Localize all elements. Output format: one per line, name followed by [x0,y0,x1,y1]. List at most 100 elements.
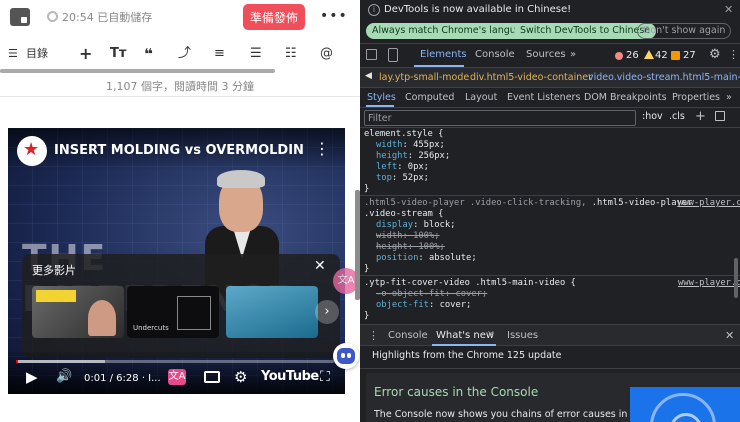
app-logo-icon[interactable] [10,8,30,26]
css-declaration-overridden[interactable]: -o-object-fit: cover; [376,289,487,300]
more-subtabs-icon[interactable]: » [726,92,732,103]
tab-elements[interactable]: Elements [420,49,467,60]
add-block-icon[interactable]: + [79,42,92,66]
tab-styles[interactable]: Styles [367,92,396,103]
css-value[interactable]: cover; [455,289,487,299]
channel-avatar[interactable]: ★ [17,136,47,166]
dont-show-again-button[interactable]: Don't show again [637,23,732,39]
breadcrumb-scroll-left-icon[interactable]: ◀ [365,71,372,81]
switch-to-chinese-button[interactable]: Switch DevTools to Chinese [514,23,657,39]
related-video-thumbnail[interactable] [226,286,318,338]
video-title[interactable]: INSERT MOLDING vs OVERMOLDING | T... [54,143,304,158]
toc-icon[interactable]: ☰ [8,42,18,66]
add-rule-icon[interactable]: + [695,109,706,124]
stylesheet-link[interactable]: www-player.cs [678,278,740,289]
close-icon[interactable]: ✕ [314,258,326,274]
css-property[interactable]: width [376,140,402,150]
drawer-tab-issues[interactable]: Issues [507,330,538,341]
kebab-menu-icon[interactable]: ⋮ [728,48,739,61]
stylesheet-link[interactable]: www-player.cs [678,198,740,209]
css-selector[interactable]: .html5-video-player .video-click-trackin… [364,198,692,209]
related-video-thumbnail[interactable] [32,286,124,338]
hover-state-toggle[interactable]: :hov [642,111,663,122]
publish-button[interactable]: 準備發佈 [243,4,305,30]
issues-icon[interactable] [671,51,680,60]
quote-icon[interactable]: ❝ [144,42,153,66]
video-kebab-icon[interactable]: ⋮ [314,140,330,158]
css-declaration-overridden[interactable]: width: 100%; [376,231,440,242]
css-property[interactable]: top [376,173,392,183]
css-declaration[interactable]: left: 0px; [376,162,429,173]
fullscreen-icon[interactable]: ⛶ [320,368,330,386]
styles-scrollbar[interactable] [734,258,738,298]
css-value[interactable]: 0px; [408,162,429,172]
align-icon[interactable]: ≡ [214,42,225,66]
tab-properties[interactable]: Properties [672,92,720,103]
css-declaration[interactable]: width: 455px; [376,140,445,151]
drawer-tab-console[interactable]: Console [388,330,428,341]
error-count[interactable]: 26 [626,50,639,61]
css-value[interactable]: 100%; [418,242,444,252]
tab-console[interactable]: Console [475,49,515,60]
toc-label[interactable]: 目錄 [26,42,48,66]
css-property[interactable]: display [376,220,413,230]
css-value[interactable]: 455px; [413,140,445,150]
css-declaration[interactable]: position: absolute; [376,253,477,264]
breadcrumb-item[interactable]: video.video-stream.html5-main-vide [588,72,740,83]
class-toggle[interactable]: .cls [669,111,685,122]
css-value[interactable]: block; [424,220,456,230]
toolbar-scrollbar[interactable] [0,69,275,73]
css-property[interactable]: height [376,242,408,252]
text-size-icon[interactable]: Tт [110,42,126,66]
css-selector-continued[interactable]: .video-stream { [364,209,443,220]
translate-icon[interactable]: 文A [168,369,186,385]
css-property[interactable]: left [376,162,397,172]
tab-event-listeners[interactable]: Event Listeners [507,92,580,103]
volume-icon[interactable]: 🔊 [56,368,72,386]
more-tabs-icon[interactable]: » [570,49,576,60]
bulleted-list-icon[interactable]: ☰ [250,42,262,66]
device-toolbar-icon[interactable] [388,48,398,62]
css-value[interactable]: 100%; [413,231,439,241]
settings-icon[interactable]: ⚙ [234,368,247,386]
embedded-video-player[interactable]: THE DIFFERENCE ★ INSERT MOLDING vs OVERM… [8,128,345,394]
css-value[interactable]: absolute; [429,253,477,263]
close-icon[interactable]: ✕ [724,3,733,16]
breadcrumb-item[interactable]: div.html5-video-container [470,72,592,83]
numbered-list-icon[interactable]: ☷ [285,42,297,66]
tab-computed[interactable]: Computed [405,92,454,103]
css-value[interactable]: 52px; [402,173,428,183]
whats-new-card-title[interactable]: Error causes in the Console [374,385,538,399]
breadcrumb-item[interactable]: lay.ytp-small-mode [377,72,471,83]
css-declaration[interactable]: object-fit: cover; [376,300,471,311]
css-declaration[interactable]: top: 52px; [376,173,429,184]
css-property[interactable]: height [376,151,408,161]
css-selector[interactable]: .ytp-fit-cover-video .html5-main-video { [364,278,576,289]
more-menu-icon[interactable]: ••• [320,8,348,24]
tab-layout[interactable]: Layout [465,92,497,103]
issues-count[interactable]: 27 [683,50,696,61]
css-property[interactable]: position [376,253,418,263]
css-value[interactable]: 256px; [418,151,450,161]
warning-icon[interactable] [644,50,654,59]
subtitles-icon[interactable] [204,371,220,383]
chevron-right-icon[interactable]: › [315,300,339,324]
css-declaration-overridden[interactable]: height: 100%; [376,242,445,253]
inspect-element-icon[interactable] [366,49,377,60]
mention-icon[interactable]: @ [320,42,333,66]
styles-filter-input[interactable] [364,110,636,126]
css-declaration[interactable]: display: block; [376,220,455,231]
video-progress-bar[interactable] [16,360,334,363]
play-icon[interactable]: ▶ [26,368,38,386]
whats-new-card[interactable]: Error causes in the Console The Console … [366,373,740,422]
youtube-logo[interactable]: YouTube [261,368,319,386]
close-tab-icon[interactable]: ✕ [487,330,495,340]
tab-dom-breakpoints[interactable]: DOM Breakpoints [584,92,667,103]
gear-icon[interactable]: ⚙ [709,47,721,62]
floating-assistant-icon[interactable] [333,343,359,369]
paint-flashing-icon[interactable] [715,111,725,121]
tab-sources[interactable]: Sources [526,49,566,60]
css-property[interactable]: object-fit [376,300,429,310]
related-video-thumbnail[interactable]: Undercuts [127,286,219,338]
drawer-tab-whats-new[interactable]: What's new [436,330,494,341]
